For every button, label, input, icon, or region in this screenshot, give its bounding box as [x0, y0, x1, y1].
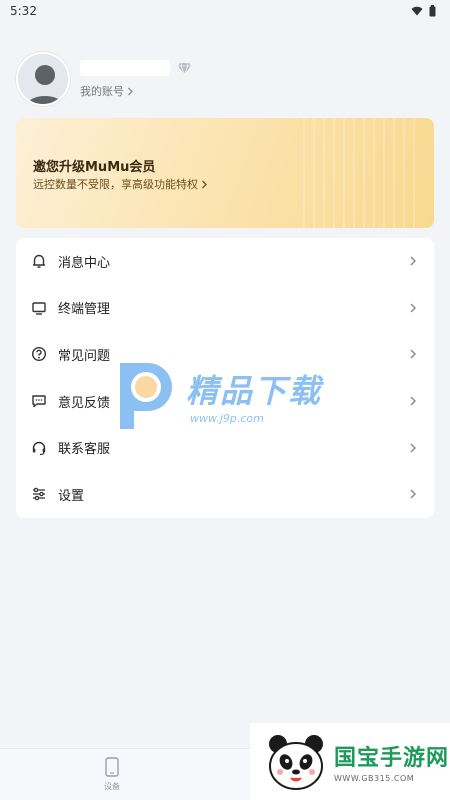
avatar[interactable]	[16, 52, 70, 106]
site-badge-url: WWW.GB315.COM	[334, 774, 415, 783]
question-icon	[30, 345, 48, 363]
diamond-icon	[178, 62, 191, 74]
vip-title: 邀您升级MuMu会员	[33, 160, 156, 175]
menu-item-label: 设置	[58, 488, 85, 504]
chevron-right-icon	[202, 180, 207, 188]
menu-item-faq[interactable]: 常见问题	[16, 331, 434, 378]
headset-icon	[30, 439, 48, 457]
profile-header: 我的账号	[0, 22, 450, 118]
phone-icon	[105, 757, 119, 777]
menu-item-customer-service[interactable]: 联系客服	[16, 424, 434, 471]
username-row	[80, 59, 191, 77]
menu-item-feedback[interactable]: 意见反馈	[16, 378, 434, 425]
chevron-right-icon	[410, 349, 416, 359]
site-badge: 国宝手游网 WWW.GB315.COM	[250, 723, 450, 800]
menu-item-label: 联系客服	[58, 442, 111, 458]
sliders-icon	[30, 485, 48, 503]
user-silhouette-icon	[18, 54, 68, 104]
vip-subtitle: 远控数量不受限，享高级功能特权	[33, 178, 198, 191]
status-time: 5:32	[10, 4, 37, 18]
chevron-right-icon	[410, 303, 416, 313]
chevron-right-icon	[410, 443, 416, 453]
menu-item-settings[interactable]: 设置	[16, 471, 434, 518]
feedback-icon	[30, 392, 48, 410]
chevron-right-icon	[410, 489, 416, 499]
my-account-link[interactable]: 我的账号	[80, 83, 191, 99]
menu-item-label: 意见反馈	[58, 395, 111, 411]
bell-icon	[30, 252, 48, 270]
tab-device[interactable]: 设备	[88, 757, 136, 799]
menu-list: 消息中心 终端管理 常见问题 意见反馈 联系客服 设置	[16, 238, 434, 518]
menu-item-label: 终端管理	[58, 302, 111, 318]
vip-card-pattern	[303, 118, 415, 228]
wifi-icon	[411, 6, 423, 16]
profile-info: 我的账号	[80, 59, 191, 99]
panda-logo-icon	[269, 734, 323, 790]
battery-icon	[429, 5, 436, 17]
menu-item-terminal[interactable]: 终端管理	[16, 285, 434, 332]
vip-upgrade-card[interactable]: 邀您升级MuMu会员 远控数量不受限，享高级功能特权	[16, 118, 434, 228]
site-badge-title: 国宝手游网	[334, 746, 450, 771]
vip-subtitle-row: 远控数量不受限，享高级功能特权	[33, 176, 208, 192]
tab-device-label: 设备	[104, 782, 120, 791]
menu-item-label: 常见问题	[58, 348, 111, 364]
menu-item-messages[interactable]: 消息中心	[16, 238, 434, 285]
monitor-icon	[30, 299, 48, 317]
status-bar: 5:32	[0, 0, 450, 22]
site-badge-text: 国宝手游网 WWW.GB315.COM	[334, 740, 449, 783]
chevron-right-icon	[410, 256, 416, 266]
my-account-label: 我的账号	[80, 85, 124, 98]
chevron-right-icon	[410, 396, 416, 406]
menu-item-label: 消息中心	[58, 255, 111, 271]
status-icons	[411, 5, 436, 17]
username-redacted	[80, 60, 170, 76]
chevron-right-icon	[128, 87, 133, 95]
